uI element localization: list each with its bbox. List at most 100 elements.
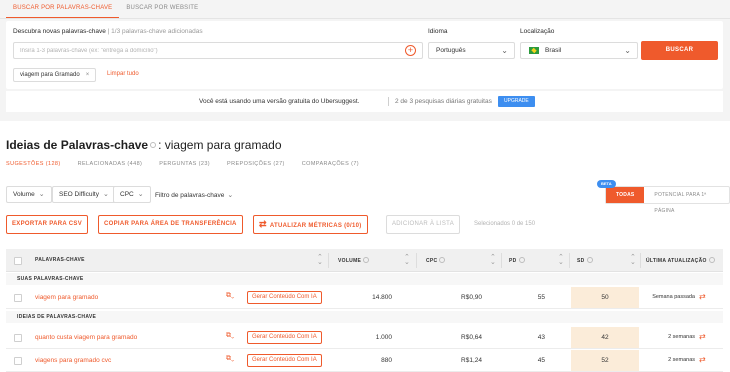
results-toggle: TODAS POTENCIAL PARA 1ª PÁGINA (605, 186, 730, 214)
keyword-link[interactable]: viagem para gramado (35, 294, 98, 301)
keyword-label-text: Descubra novas palavras-chave (13, 28, 106, 35)
sort-arrows-icon[interactable]: ⌃ ⌄ (630, 254, 636, 266)
info-icon[interactable] (518, 257, 525, 263)
chevron-down-icon: ⌄ (38, 191, 45, 198)
table-row: viagem para gramado ⧉⌄ Gerar Conteúdo Co… (6, 287, 723, 309)
toggle-first-page-potential[interactable]: POTENCIAL PARA 1ª PÁGINA (644, 187, 729, 214)
location-label: Localização (520, 28, 555, 35)
volume-filter[interactable]: Volume ⌄ (6, 186, 52, 203)
section-your-keywords: SUAS PALAVRAS-CHAVE (6, 273, 723, 285)
keyword-link[interactable]: quanto custa viagem para gramado (35, 334, 137, 341)
generate-ai-content-button[interactable]: Gerar Conteúdo Com IA (247, 354, 322, 367)
volume-value: 1.000 (375, 334, 392, 341)
row-checkbox[interactable] (14, 357, 22, 365)
sort-arrows-icon[interactable]: ⌃ ⌄ (490, 254, 496, 266)
search-button[interactable]: BUSCAR (641, 41, 718, 60)
info-icon[interactable] (708, 257, 715, 263)
table-header: PALAVRAS-CHAVE ⌃ ⌄ VOLUME ⌃ ⌄ CPC ⌃ ⌄ PD ⌃ ⌄… (6, 249, 723, 272)
select-all-checkbox[interactable] (14, 257, 22, 265)
ai-content-icon[interactable]: ⧉⌄ (226, 292, 234, 300)
keyword-chip: viagem para Gramado × (13, 68, 97, 82)
ai-content-icon[interactable]: ⧉⌄ (226, 332, 234, 340)
cpc-value: R$1,24 (461, 357, 482, 364)
tab-questions[interactable]: PERGUNTAS (23) (159, 161, 210, 167)
add-to-list-button[interactable]: ADICIONAR À LISTA (386, 215, 461, 234)
seo-difficulty-filter[interactable]: SEO Difficulty ⌄ (52, 186, 116, 203)
keyword-chip-label: viagem para Gramado (20, 72, 80, 78)
location-select[interactable]: Brasil ⌄ (520, 42, 638, 59)
tab-prepositions[interactable]: PREPOSIÇÕES (27) (227, 161, 285, 167)
pd-value: 45 (537, 357, 545, 364)
keyword-type-tabs: SUGESTÕES (128) RELACIONADAS (448) PERGU… (6, 161, 376, 167)
close-icon[interactable]: × (86, 72, 90, 78)
sort-arrows-icon[interactable]: ⌃ ⌄ (317, 254, 323, 266)
update-metrics-button[interactable]: ⇄ ATUALIZAR MÉTRICAS (0/10) (253, 215, 368, 234)
clear-all-link[interactable]: Limpar tudo (107, 71, 139, 77)
tab-related[interactable]: RELACIONADAS (448) (78, 161, 143, 167)
update-metrics-label: ATUALIZAR MÉTRICAS (0/10) (269, 223, 362, 229)
cpc-filter-label: CPC (120, 191, 134, 198)
header-volume-label: VOLUME (338, 257, 362, 264)
info-icon[interactable] (363, 257, 370, 263)
header-sd[interactable]: SD (577, 257, 595, 264)
cpc-filter[interactable]: CPC ⌄ (113, 186, 151, 203)
selection-count: Selecionados 0 de 150 (474, 221, 536, 227)
column-divider (640, 253, 641, 268)
cpc-value: R$0,64 (461, 334, 482, 341)
info-icon[interactable] (439, 257, 446, 263)
copy-clipboard-button[interactable]: COPIAR PARA ÁREA DE TRANSFERÊNCIA (98, 215, 243, 234)
header-pd[interactable]: PD (509, 257, 527, 264)
last-update-value: 2 semanas (668, 357, 695, 363)
language-select[interactable]: Português ⌄ (428, 42, 515, 59)
banner-divider (388, 97, 389, 106)
page-title: Ideias de Palavras-chave: viagem para gr… (6, 138, 282, 152)
volume-value: 880 (381, 357, 392, 364)
brazil-flag-icon (529, 47, 539, 54)
info-icon[interactable] (150, 142, 157, 149)
sort-arrows-icon[interactable]: ⌃ ⌄ (558, 254, 564, 266)
refresh-icon[interactable]: ⇄ (699, 332, 706, 341)
tab-comparisons[interactable]: COMPARAÇÕES (7) (302, 161, 359, 167)
free-version-banner: Você está usando uma versão gratuita do … (6, 91, 723, 112)
generate-ai-content-button[interactable]: Gerar Conteúdo Com IA (247, 291, 322, 304)
keyword-link[interactable]: viagens para gramado cvc (35, 357, 111, 364)
export-csv-button[interactable]: EXPORTAR PARA CSV (6, 215, 88, 234)
location-value: Brasil (545, 47, 562, 54)
header-sd-label: SD (577, 257, 585, 264)
generate-ai-content-button[interactable]: Gerar Conteúdo Com IA (247, 331, 322, 344)
chevron-down-icon: ⌄ (501, 46, 508, 55)
header-last-update-label: ÚLTIMA ATUALIZAÇÃO (646, 257, 707, 264)
chevron-down-icon: ⌄ (137, 191, 144, 198)
last-update-value: 2 semanas (668, 334, 695, 340)
keyword-filter[interactable]: Filtro de palavras-chave ⌄ (155, 191, 233, 199)
info-icon[interactable] (586, 257, 593, 263)
header-cpc[interactable]: CPC (426, 257, 447, 264)
toggle-all[interactable]: TODAS (606, 187, 645, 203)
row-checkbox[interactable] (14, 294, 22, 302)
tab-website[interactable]: BUSCAR POR WEBSITE (119, 0, 205, 18)
tab-suggestions[interactable]: SUGESTÕES (128) (6, 161, 61, 167)
header-volume[interactable]: VOLUME (338, 257, 371, 264)
chevron-down-icon: ⌄ (102, 191, 109, 198)
chevron-down-icon: ⌄ (227, 192, 234, 199)
refresh-icon[interactable]: ⇄ (699, 292, 706, 301)
volume-filter-label: Volume (13, 191, 35, 198)
header-keyword[interactable]: PALAVRAS-CHAVE (35, 257, 85, 263)
header-last-update[interactable]: ÚLTIMA ATUALIZAÇÃO (646, 257, 717, 264)
beta-badge: BETA (597, 180, 616, 188)
row-checkbox[interactable] (14, 334, 22, 342)
chevron-down-icon: ⌄ (624, 46, 631, 55)
keyword-input[interactable] (13, 42, 423, 59)
refresh-icon[interactable]: ⇄ (699, 355, 706, 364)
plus-circle-icon[interactable]: + (405, 45, 416, 56)
column-divider (328, 253, 329, 268)
upgrade-button[interactable]: UPGRADE (498, 96, 535, 107)
volume-value: 14.800 (372, 294, 392, 301)
search-card: Descubra novas palavras-chave | 1/3 pala… (6, 21, 723, 89)
tabs-divider (0, 18, 730, 19)
ai-content-icon[interactable]: ⧉⌄ (226, 355, 234, 363)
header-pd-label: PD (509, 257, 517, 264)
tab-keywords[interactable]: BUSCAR POR PALAVRAS-CHAVE (6, 0, 120, 18)
search-mode-tabs: BUSCAR POR PALAVRAS-CHAVE BUSCAR POR WEB… (6, 0, 205, 18)
sort-arrows-icon[interactable]: ⌃ ⌄ (404, 254, 410, 266)
